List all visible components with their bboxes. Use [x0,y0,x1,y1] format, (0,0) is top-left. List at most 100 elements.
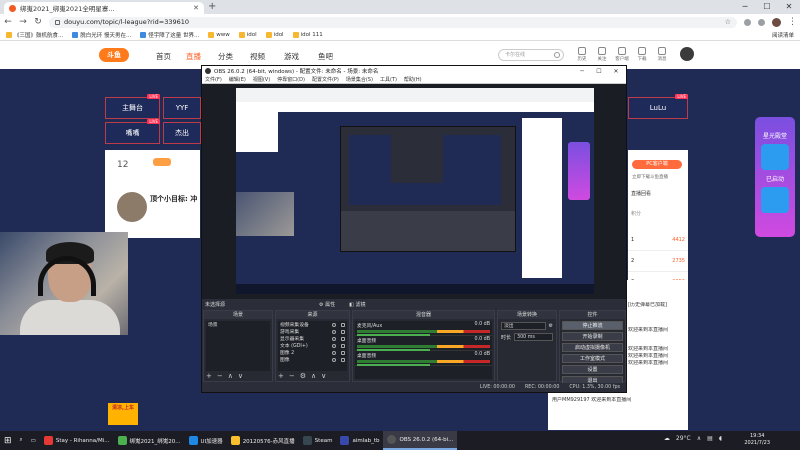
bookmark-item[interactable]: 怪宇障了这量 世界... [140,31,199,39]
settings-button[interactable]: 设置 [562,365,623,374]
douyu-logo[interactable]: 斗鱼 [99,48,129,62]
streamer-avatar[interactable] [117,192,147,222]
bookmark-star-icon[interactable]: ☆ [725,18,731,26]
taskbar-app[interactable]: 20120576-赤风直播 [227,431,299,450]
back-icon[interactable]: ← [4,17,12,27]
eye-icon[interactable] [332,350,336,355]
taskbar-app[interactable]: aimlab_tb [336,431,383,450]
stop-streaming-button[interactable]: 停止推流 [562,321,623,330]
live-tile[interactable]: YYF [163,97,201,119]
minimize-icon[interactable]: ─ [734,0,756,14]
network-icon[interactable]: ▤ [707,435,713,442]
address-bar[interactable]: douyu.com/topic/l-league?rid=339610 ☆ [49,16,737,28]
message-button[interactable]: 消息 [654,47,670,62]
menu-docks[interactable]: 停靠窗口(D) [277,76,305,83]
source-item[interactable]: 图像 2 [278,349,347,356]
nav-live[interactable]: 直播 [186,51,201,62]
lock-icon[interactable] [341,322,345,327]
bookmark-item[interactable]: www [208,32,230,38]
browser-tab-active[interactable]: 绑嵬2021_绑嵬2021全明星寨... ✕ [4,2,204,14]
nav-yuba[interactable]: 鱼吧 [318,51,333,62]
source-item[interactable]: 游戏采集 [278,328,347,335]
download-button[interactable]: 下载 [634,47,650,62]
client-button[interactable]: 客户端 [614,47,630,62]
minimize-icon[interactable]: ─ [575,68,589,75]
extension-icon[interactable] [744,18,751,26]
profile-avatar[interactable] [772,17,781,27]
clock[interactable]: 19:34 2021/7/23 [744,433,770,447]
bookmark-item[interactable]: 《三国》鼓机航食... [6,31,63,39]
lock-icon[interactable] [341,350,345,355]
duration-field[interactable]: 300 ms [514,333,553,341]
menu-view[interactable]: 视图(V) [253,76,270,83]
live-tile[interactable]: 杰出 [163,122,201,144]
gear-icon[interactable]: ⚙ [300,372,306,380]
maximize-icon[interactable]: ☐ [756,0,778,14]
follow-button[interactable]: 关注 [594,47,610,62]
volume-slider[interactable] [357,364,431,366]
rank-tab-replay[interactable]: 直播回看 [628,188,688,198]
nav-video[interactable]: 视频 [250,51,265,62]
lock-icon[interactable] [341,357,345,362]
taskbar-app-active[interactable]: OBS 26.0.2 (64-bi... [383,431,458,450]
source-item[interactable]: 图像 [278,356,347,363]
close-window-icon[interactable]: ✕ [609,68,623,75]
rank-row[interactable]: 2 2735 [628,251,688,272]
taskbar-app[interactable]: Stay - Rihanna/Mi... [40,431,114,450]
rank-tab-points[interactable]: 积分 [628,208,688,218]
move-up-icon[interactable]: ∧ [311,372,316,380]
source-item[interactable]: 文本 (GDI+) [278,342,347,349]
nav-category[interactable]: 分类 [218,51,233,62]
promo-badge[interactable]: 清凉,上车 [108,403,138,425]
eye-icon[interactable] [332,329,336,334]
properties-button[interactable]: ⚙ 属性 [319,301,335,308]
menu-tools[interactable]: 工具(T) [380,76,397,83]
reload-icon[interactable]: ↻ [34,17,42,27]
bookmark-item[interactable]: idol [238,32,257,38]
lock-icon[interactable] [341,343,345,348]
eye-icon[interactable] [332,357,336,362]
history-button[interactable]: 历史 [574,47,590,62]
puzzle-icon[interactable] [758,18,765,26]
add-icon[interactable]: + [206,372,212,380]
menu-edit[interactable]: 编辑(E) [229,76,246,83]
nav-home[interactable]: 首页 [156,51,171,62]
move-up-icon[interactable]: ∧ [228,372,233,380]
menu-file[interactable]: 文件(F) [205,76,222,83]
lock-icon[interactable] [341,336,345,341]
move-down-icon[interactable]: ∨ [238,372,243,380]
live-tile[interactable]: 嘴嘴 LIVE [105,119,160,144]
start-button[interactable]: ⊞ [0,431,16,450]
add-icon[interactable]: + [278,372,284,380]
remove-icon[interactable]: − [217,372,223,380]
source-item[interactable]: 显示器采集 [278,335,347,342]
taskbar-app[interactable]: UI加速器 [185,431,227,450]
task-view-button[interactable]: ▭ [27,431,40,450]
remove-icon[interactable]: − [289,372,295,380]
start-recording-button[interactable]: 开始录制 [562,332,623,341]
site-search-input[interactable]: 卡尔在线 [498,49,564,61]
new-tab-button[interactable]: + [208,2,216,12]
menu-profile[interactable]: 配置文件(P) [312,76,339,83]
user-avatar[interactable] [680,47,694,61]
studio-mode-button[interactable]: 工作室模式 [562,354,623,363]
pc-client-button[interactable]: PC客户端 [632,160,682,169]
menu-help[interactable]: 帮助(H) [404,76,422,83]
taskbar-app[interactable]: Steam [299,431,337,450]
gear-icon[interactable]: ⚙ [549,323,553,329]
live-tile[interactable]: 主舞台 LIVE [105,94,160,119]
nav-game[interactable]: 游戏 [284,51,299,62]
virtual-camera-button[interactable]: 启动虚拟摄像机 [562,343,623,352]
chevron-up-icon[interactable]: ∧ [697,435,701,442]
bookmark-item[interactable]: idol [265,32,284,38]
search-icon[interactable] [554,52,560,58]
lock-icon[interactable] [341,329,345,334]
reading-list-button[interactable]: 阅读清单 [772,31,794,39]
taskbar-app[interactable]: 绑嵬2021_绑嵬20... [114,431,185,450]
bookmark-item[interactable]: idol 111 [292,32,323,38]
maximize-icon[interactable]: ☐ [592,68,606,75]
move-down-icon[interactable]: ∨ [321,372,326,380]
eye-icon[interactable] [332,343,336,348]
menu-scene-collection[interactable]: 场景集合(S) [346,76,373,83]
source-item[interactable]: 视频采集设备 [278,321,347,328]
